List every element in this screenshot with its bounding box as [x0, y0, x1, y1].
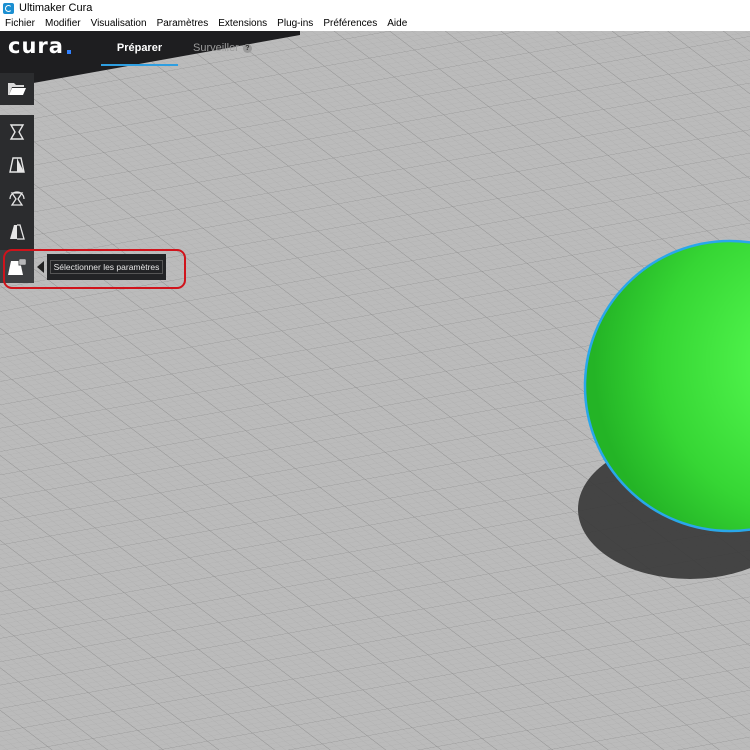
- mirror-tool-icon: [10, 223, 25, 240]
- menu-preferences[interactable]: Préférences: [318, 18, 382, 29]
- rotate-tool-button[interactable]: [0, 182, 34, 215]
- open-file-button[interactable]: [0, 73, 34, 105]
- annotation-highlight: [3, 249, 186, 289]
- scale-tool-icon: [9, 156, 25, 173]
- cura-app-icon: [3, 2, 14, 14]
- 3d-viewport[interactable]: [0, 31, 750, 750]
- menu-parametres[interactable]: Paramètres: [152, 18, 214, 29]
- help-icon[interactable]: ?: [242, 43, 252, 53]
- menu-modifier[interactable]: Modifier: [40, 18, 86, 29]
- title-bar: Ultimaker Cura: [0, 0, 750, 16]
- menu-bar: Fichier Modifier Visualisation Paramètre…: [0, 16, 750, 31]
- menu-fichier[interactable]: Fichier: [0, 18, 40, 29]
- build-plate[interactable]: [0, 31, 750, 750]
- tab-preparer[interactable]: Préparer: [101, 40, 178, 66]
- rotate-tool-icon: [9, 190, 25, 206]
- tab-surveiller-label: Surveiller: [193, 42, 239, 54]
- menu-visualisation[interactable]: Visualisation: [86, 18, 152, 29]
- cura-logo-dot: [67, 50, 71, 54]
- folder-open-icon: [8, 83, 26, 95]
- menu-plugins[interactable]: Plug-ins: [272, 18, 318, 29]
- move-tool-button[interactable]: [0, 115, 34, 148]
- cura-logo: cura: [8, 34, 64, 58]
- menu-extensions[interactable]: Extensions: [213, 18, 272, 29]
- window-title: Ultimaker Cura: [19, 2, 93, 14]
- move-tool-icon: [9, 123, 25, 140]
- tab-surveiller[interactable]: Surveiller ?: [193, 40, 252, 56]
- scale-tool-button[interactable]: [0, 148, 34, 181]
- menu-aide[interactable]: Aide: [382, 18, 412, 29]
- mirror-tool-button[interactable]: [0, 215, 34, 248]
